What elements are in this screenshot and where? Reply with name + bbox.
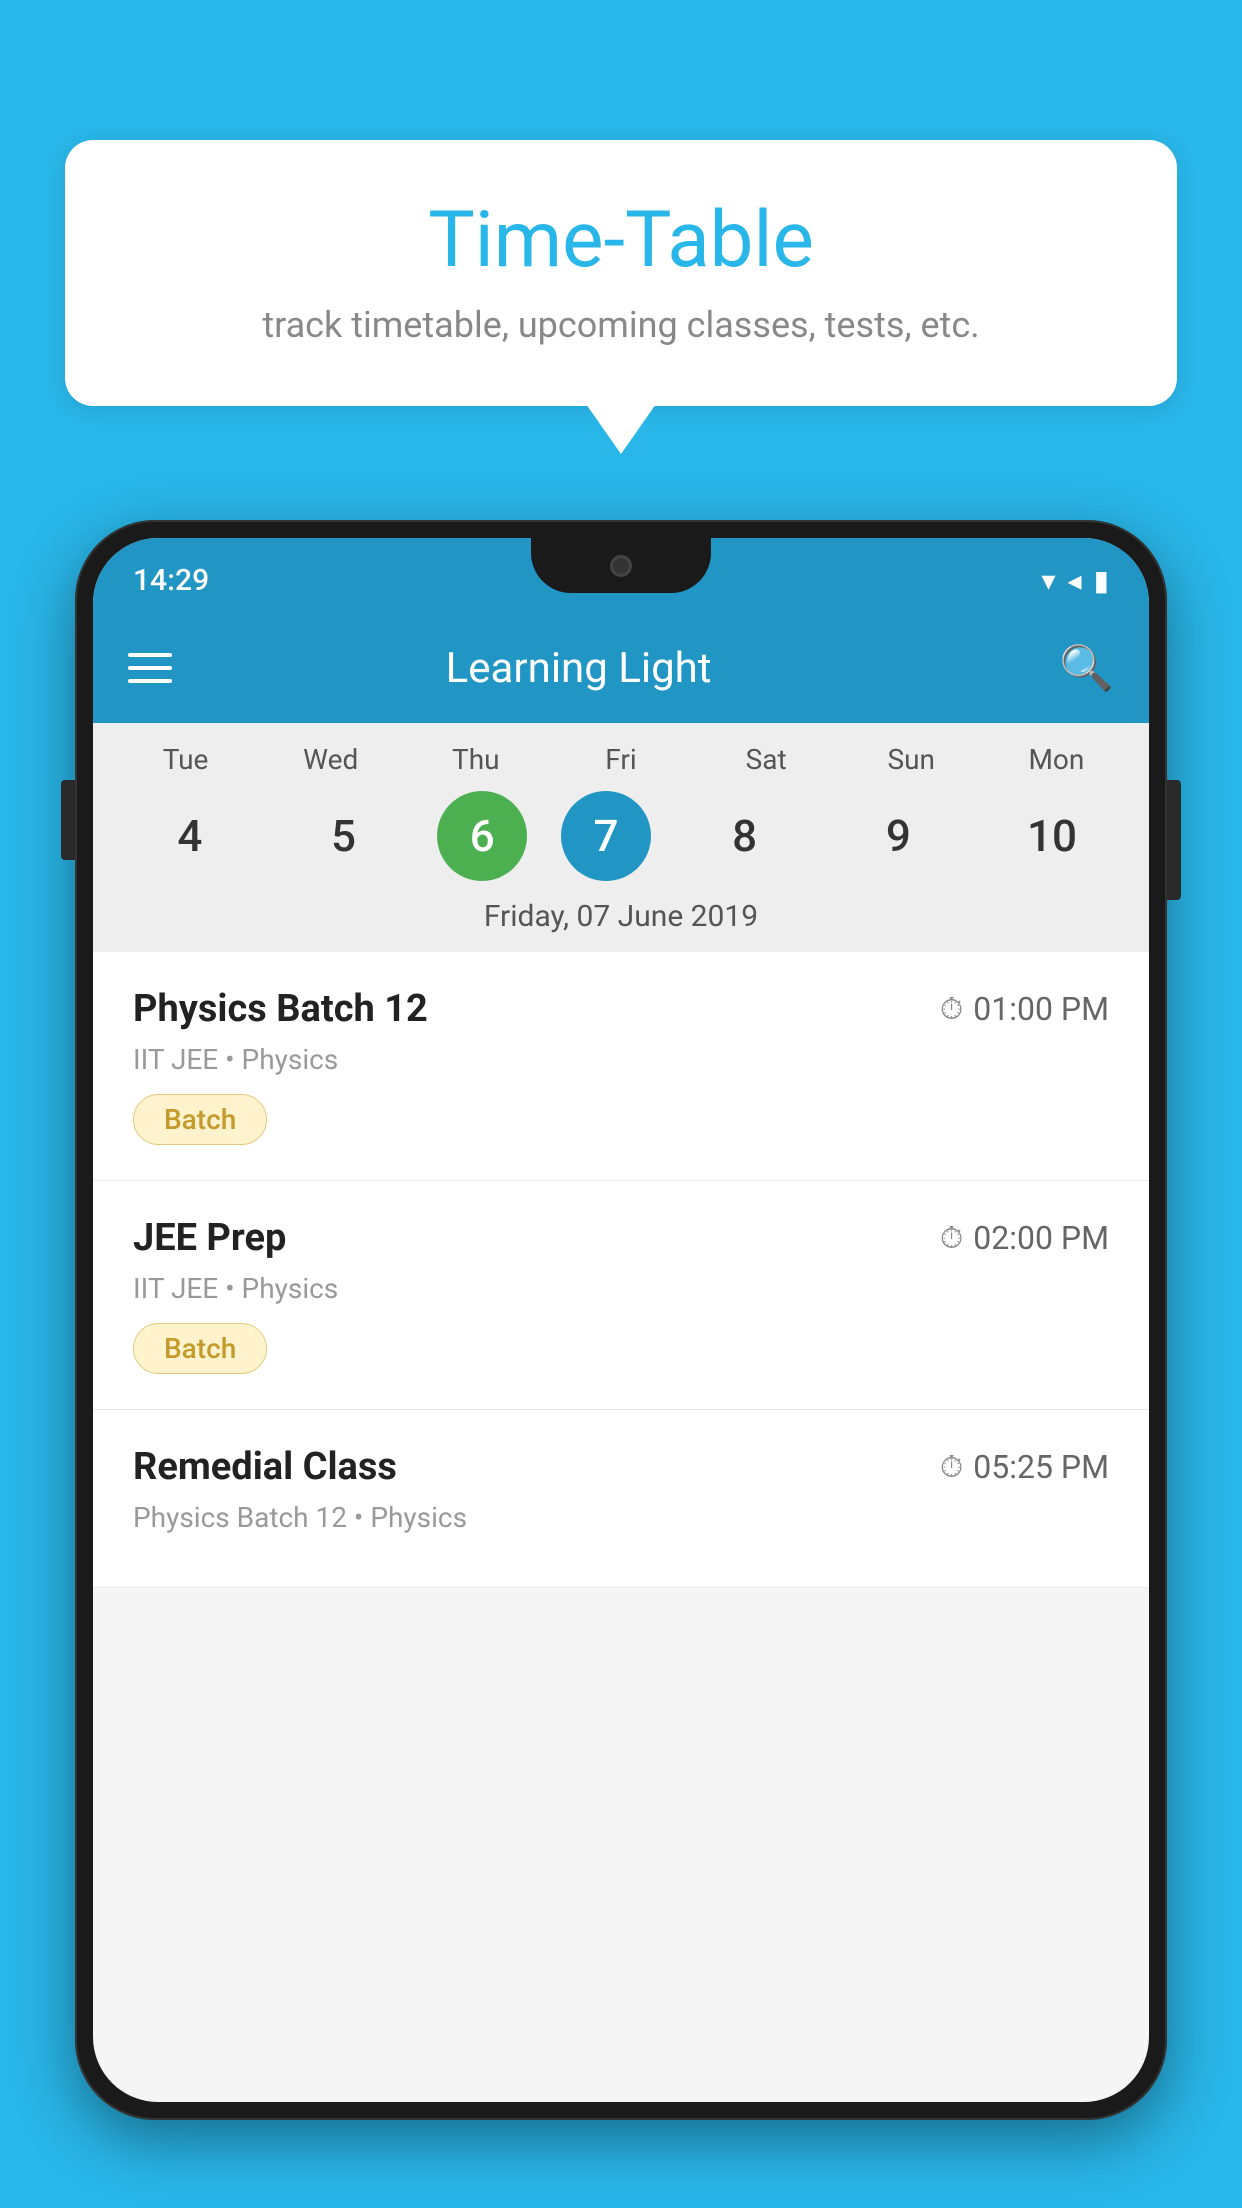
- day-10[interactable]: 10: [992, 791, 1112, 881]
- clock-icon-2: ⏱: [940, 1221, 963, 1256]
- day-headers: Tue Wed Thu Fri Sat Sun Mon: [93, 743, 1149, 776]
- bubble-title: Time-Table: [125, 195, 1117, 286]
- phone-outer: 14:29 ▾ ◂ ▮ Learning Light 🔍: [75, 520, 1167, 2120]
- phone-screen: 14:29 ▾ ◂ ▮ Learning Light 🔍: [93, 538, 1149, 2102]
- schedule-item-2-badge: Batch: [133, 1323, 267, 1374]
- calendar-strip: Tue Wed Thu Fri Sat Sun Mon 4 5 6 7 8 9 …: [93, 723, 1149, 952]
- day-4[interactable]: 4: [130, 791, 250, 881]
- schedule-item-3-title: Remedial Class: [133, 1445, 397, 1489]
- day-header-sat: Sat: [706, 743, 826, 776]
- status-icons: ▾ ◂ ▮: [1041, 564, 1109, 597]
- day-header-wed: Wed: [271, 743, 391, 776]
- schedule-item-3-subtitle: Physics Batch 12 • Physics: [133, 1501, 1109, 1534]
- day-header-mon: Mon: [996, 743, 1116, 776]
- day-header-tue: Tue: [126, 743, 246, 776]
- phone-notch: [531, 538, 711, 593]
- schedule-item-2-subtitle: IIT JEE • Physics: [133, 1272, 1109, 1305]
- schedule-item-3[interactable]: Remedial Class ⏱ 05:25 PM Physics Batch …: [93, 1410, 1149, 1588]
- schedule-item-1-header: Physics Batch 12 ⏱ 01:00 PM: [133, 987, 1109, 1031]
- app-bar-title: Learning Light: [128, 644, 1029, 693]
- selected-date-label: Friday, 07 June 2019: [93, 899, 1149, 952]
- day-header-thu: Thu: [416, 743, 536, 776]
- bubble-subtitle: track timetable, upcoming classes, tests…: [125, 304, 1117, 346]
- schedule-item-3-time-text: 05:25 PM: [973, 1448, 1109, 1486]
- clock-icon-1: ⏱: [940, 992, 963, 1027]
- schedule-item-1-subtitle: IIT JEE • Physics: [133, 1043, 1109, 1076]
- signal-icon: ◂: [1068, 564, 1082, 597]
- schedule-item-2-time: ⏱ 02:00 PM: [940, 1219, 1109, 1257]
- schedule-item-1-title: Physics Batch 12: [133, 987, 428, 1031]
- day-7-selected[interactable]: 7: [561, 791, 651, 881]
- day-9[interactable]: 9: [838, 791, 958, 881]
- day-5[interactable]: 5: [284, 791, 404, 881]
- schedule-item-3-time: ⏱ 05:25 PM: [940, 1448, 1109, 1486]
- schedule-item-2[interactable]: JEE Prep ⏱ 02:00 PM IIT JEE • Physics Ba…: [93, 1181, 1149, 1410]
- app-bar: Learning Light 🔍: [93, 613, 1149, 723]
- clock-icon-3: ⏱: [940, 1450, 963, 1485]
- search-icon[interactable]: 🔍: [1059, 642, 1114, 694]
- schedule-item-1[interactable]: Physics Batch 12 ⏱ 01:00 PM IIT JEE • Ph…: [93, 952, 1149, 1181]
- schedule-item-1-time: ⏱ 01:00 PM: [940, 990, 1109, 1028]
- wifi-icon: ▾: [1041, 564, 1055, 597]
- day-header-fri: Fri: [561, 743, 681, 776]
- schedule-item-2-time-text: 02:00 PM: [973, 1219, 1109, 1257]
- schedule-item-1-time-text: 01:00 PM: [973, 990, 1109, 1028]
- day-header-sun: Sun: [851, 743, 971, 776]
- day-8[interactable]: 8: [685, 791, 805, 881]
- phone-wrapper: 14:29 ▾ ◂ ▮ Learning Light 🔍: [75, 520, 1167, 2208]
- schedule-item-2-header: JEE Prep ⏱ 02:00 PM: [133, 1216, 1109, 1260]
- day-numbers: 4 5 6 7 8 9 10: [93, 791, 1149, 881]
- schedule-list: Physics Batch 12 ⏱ 01:00 PM IIT JEE • Ph…: [93, 952, 1149, 1588]
- schedule-item-1-badge: Batch: [133, 1094, 267, 1145]
- day-6-today[interactable]: 6: [437, 791, 527, 881]
- front-camera: [610, 555, 632, 577]
- status-time: 14:29: [133, 563, 209, 598]
- speech-bubble-section: Time-Table track timetable, upcoming cla…: [65, 140, 1177, 406]
- schedule-item-2-title: JEE Prep: [133, 1216, 286, 1260]
- schedule-item-3-header: Remedial Class ⏱ 05:25 PM: [133, 1445, 1109, 1489]
- speech-bubble: Time-Table track timetable, upcoming cla…: [65, 140, 1177, 406]
- battery-icon: ▮: [1094, 564, 1109, 597]
